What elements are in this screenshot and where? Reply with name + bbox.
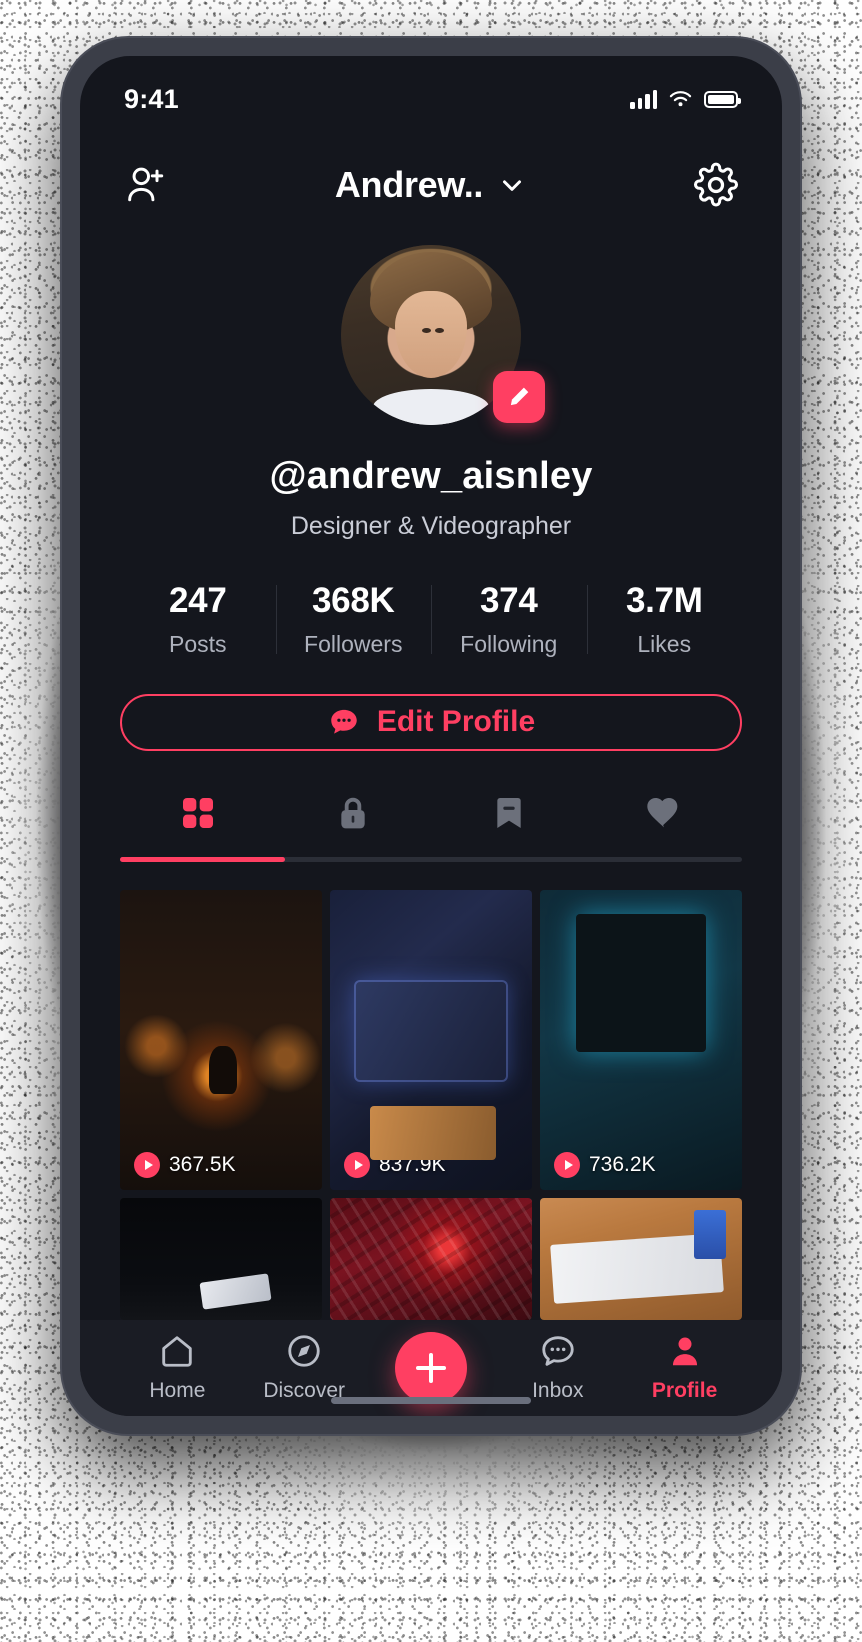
compass-icon [288,1335,320,1367]
tab-indicator-track [120,857,742,863]
view-count-badge: 736.2K [554,1151,656,1178]
nav-label: Inbox [532,1379,584,1403]
bookmark-icon [497,798,521,829]
stat-label: Posts [168,630,227,657]
tab-liked[interactable] [587,785,743,841]
nav-item-inbox[interactable]: Inbox [494,1332,621,1403]
profile-header: Andrew.. [80,121,782,211]
tab-saved[interactable] [431,785,587,841]
profile-tabs [120,785,742,841]
view-count: 837.9K [379,1152,446,1176]
person-icon [672,1337,697,1366]
status-bar: 9:41 [80,56,782,121]
pencil-icon [510,387,529,405]
lock-icon [341,798,365,829]
avatar-container [341,244,545,425]
profile-bio: Designer & Videographer [290,511,572,540]
grid-item[interactable] [120,1197,322,1320]
nav-label: Home [149,1379,206,1403]
stat-label: Likes [637,630,692,657]
grid-item[interactable]: 367.5K [120,889,322,1190]
chevron-down-icon [503,179,522,191]
grid-item[interactable] [540,1197,742,1320]
create-button[interactable] [394,1331,467,1404]
grid-icon [182,798,213,829]
tab-active-indicator [120,857,285,863]
stat-value: 374 [480,580,538,620]
avatar-eye-right [434,327,444,333]
play-icon [554,1151,580,1178]
message-icon [542,1336,574,1366]
stat-label: Followers [304,630,403,657]
nav-item-home[interactable]: Home [114,1332,241,1403]
avatar-shirt [373,388,489,425]
play-icon [134,1151,160,1178]
stat-value: 247 [169,580,227,620]
avatar-eye-left [422,327,432,333]
view-count: 736.2K [589,1152,656,1176]
stat-followers[interactable]: 368K Followers [275,580,432,658]
settings-button[interactable] [690,159,742,211]
home-icon [162,1336,193,1367]
tab-private[interactable] [276,785,432,841]
chat-dots-icon [331,710,357,735]
stat-label: Following [460,630,558,657]
nav-item-discover[interactable]: Discover [241,1332,368,1403]
phone-screen: 9:41 Andrew.. @andrew_aisnley Designer &… [80,56,782,1416]
status-indicators [630,89,741,109]
stat-likes[interactable]: 3.7M Likes [586,580,743,658]
profile-name-dropdown[interactable]: Andrew.. [335,164,527,206]
status-time: 9:41 [124,83,179,114]
screenshot-stage: 9:41 Andrew.. @andrew_aisnley Designer &… [0,0,862,1642]
home-indicator [331,1397,531,1404]
edit-profile-button[interactable]: Edit Profile [120,693,742,752]
view-count-badge: 837.9K [344,1151,446,1178]
heart-icon [647,798,678,828]
tab-grid[interactable] [120,785,276,841]
add-person-button[interactable] [120,159,172,211]
video-grid: 367.5K 837.9K 736.2K [120,889,742,1320]
view-count: 367.5K [169,1152,236,1176]
stats-row: 247 Posts 368K Followers 374 Following 3… [120,581,742,658]
view-count-badge: 367.5K [134,1151,236,1178]
stat-value: 368K [312,580,395,620]
stat-value: 3.7M [625,580,703,620]
gear-icon [693,162,739,206]
play-icon [344,1151,370,1178]
edit-profile-label: Edit Profile [376,705,536,739]
stat-following[interactable]: 374 Following [431,581,587,658]
grid-item[interactable]: 837.9K [330,889,532,1190]
nav-label: Profile [651,1379,718,1403]
bottom-navigation: Home Discover Inbox Profile [80,1319,782,1416]
battery-full-icon [704,90,741,108]
username: @andrew_aisnley [269,454,593,497]
phone-mockup: 9:41 Andrew.. @andrew_aisnley Designer &… [62,38,800,1434]
edit-avatar-button[interactable] [493,370,545,423]
grid-item[interactable]: 736.2K [540,889,742,1190]
grid-item[interactable] [330,1197,532,1320]
nav-item-profile[interactable]: Profile [621,1332,748,1403]
create-button-wrapper [368,1331,495,1404]
add-person-icon [128,167,164,201]
page-title: Andrew.. [334,163,484,205]
cellular-bars-icon [630,89,657,109]
wifi-icon [669,90,692,106]
stat-posts[interactable]: 247 Posts [120,581,276,658]
